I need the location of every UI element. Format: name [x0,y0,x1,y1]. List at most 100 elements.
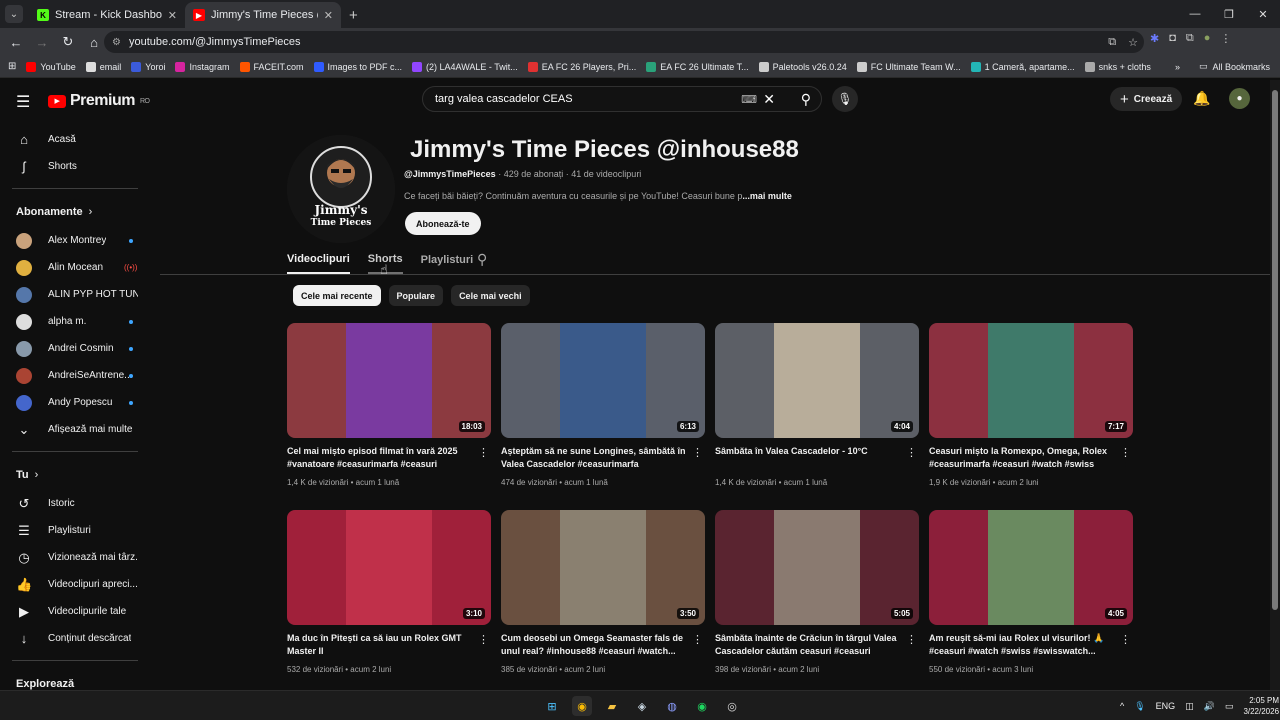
microphone-tray-icon[interactable]: 🎙 [1134,701,1145,712]
video-card[interactable]: 18:03 Cel mai mișto episod filmat în vară… [287,323,491,498]
obs-icon[interactable]: ◎ [722,696,742,716]
chrome-taskbar-icon[interactable]: ◉ [572,696,592,716]
create-button[interactable]: + Creează [1110,87,1183,111]
video-thumbnail[interactable]: 4:04 [715,323,919,438]
video-thumbnail[interactable]: 6:13 [501,323,705,438]
browser-tab-kick[interactable]: K Stream - Kick Dashboard ✕ [29,2,185,28]
discord-icon[interactable]: ◍ [662,696,682,716]
windows-start-icon[interactable]: ⊞ [542,696,562,716]
tab-playlists[interactable]: Playlisturi [421,246,474,274]
bookmark-item[interactable]: FC Ultimate Team W... [856,61,961,72]
page-scrollbar[interactable] [1270,80,1280,690]
search-icon[interactable]: ⚲ [801,91,811,108]
install-app-icon[interactable]: ⧉ [1108,36,1116,49]
video-title[interactable]: Ma duc în Pitești ca să iau un Rolex GMT… [287,632,473,658]
video-card[interactable]: 3:50 Cum deosebi un Omega Seamaster fals … [501,510,705,685]
video-thumbnail[interactable]: 4:05 [929,510,1133,625]
tray-overflow-icon[interactable]: ^ [1120,701,1124,711]
more-options-icon[interactable]: ⋮ [906,633,917,646]
bookmark-item[interactable]: Images to PDF c... [313,61,402,72]
subscription-item[interactable]: Alin Mocean ((•)) [0,254,150,281]
subscriptions-heading[interactable]: Abonamente › [0,197,150,227]
subscription-item[interactable]: alpha m. [0,308,150,335]
video-thumbnail[interactable]: 5:05 [715,510,919,625]
chip-latest[interactable]: Cele mai recente [293,285,381,306]
file-explorer-icon[interactable]: ▰ [602,696,622,716]
tab-search-button[interactable]: ⌄ [5,5,23,23]
bookmark-item[interactable]: (2) LA4AWALE - Twit... [412,61,518,72]
spotify-icon[interactable]: ◉ [692,696,712,716]
clear-search-icon[interactable]: ✕ [763,91,775,108]
chip-popular[interactable]: Populare [388,285,444,306]
close-tab-icon[interactable]: ✕ [324,9,333,22]
restore-icon[interactable]: ❐ [1212,0,1246,28]
channel-search-icon[interactable]: ⚲ [477,251,487,268]
video-title[interactable]: Sâmbăta în Valea Cascadelor - 10°C [715,445,901,458]
video-thumbnail[interactable]: 18:03 [287,323,491,438]
back-icon[interactable]: ← [4,35,28,50]
sidebar-item-your-videos[interactable]: ▶ Videoclipurile tale [0,598,150,625]
subscription-item[interactable]: AndreiSeAntrene... [0,362,150,389]
browser-tab-youtube[interactable]: ▶ Jimmy's Time Pieces @inhouse88 ✕ [185,2,341,28]
site-info-icon[interactable]: ⚙ [112,37,121,48]
bookmark-item[interactable]: Yoroi [131,61,165,72]
bookmark-item[interactable]: 1 Cameră, apartame... [970,61,1075,72]
more-link[interactable]: ...mai multe [742,191,792,201]
sidebar-item-home[interactable]: ⌂ Acasă [0,126,150,153]
more-options-icon[interactable]: ⋮ [1120,633,1131,646]
video-card[interactable]: 5:05 Sâmbăta înainte de Crăciun în târgul… [715,510,919,685]
home-icon[interactable]: ⌂ [82,35,106,50]
steam-icon[interactable]: ◈ [632,696,652,716]
extension-icon[interactable]: ✱ [1150,32,1159,45]
new-tab-button[interactable]: + [349,7,358,24]
more-options-icon[interactable]: ⋮ [692,633,703,646]
bookmark-item[interactable]: email [85,61,121,72]
bookmark-item[interactable]: Instagram [175,61,230,72]
battery-icon[interactable]: ▭ [1225,701,1234,712]
bookmark-item[interactable]: snks + cloths [1084,61,1151,72]
tab-videos[interactable]: Videoclipuri [287,246,350,274]
channel-description[interactable]: Ce faceți băi băieți? Continuăm aventura… [404,191,792,201]
language-indicator[interactable]: ENG [1156,701,1176,711]
subscription-item[interactable]: Andy Popescu [0,389,150,416]
sidebar-item-history[interactable]: ↺ Istoric [0,490,150,517]
account-avatar[interactable]: ● [1229,88,1250,109]
menu-hamburger-icon[interactable]: ☰ [16,92,30,112]
chip-oldest[interactable]: Cele mai vechi [451,285,530,306]
notifications-bell-icon[interactable]: 🔔 [1193,90,1210,107]
video-card[interactable]: 3:10 Ma duc în Pitești ca să iau un Rolex… [287,510,491,685]
subscription-item[interactable]: Alex Montrey [0,227,150,254]
address-bar[interactable]: ⚙ youtube.com/@JimmysTimePieces ⧉ ☆ [104,31,1144,53]
forward-icon[interactable]: → [30,35,54,50]
minimize-icon[interactable]: — [1178,0,1212,28]
close-tab-icon[interactable]: ✕ [168,9,177,22]
subscription-item[interactable]: ALIN PYP HOT TUN... [0,281,150,308]
video-card[interactable]: 6:13 Așteptăm să ne sune Longines, sâmbăt… [501,323,705,498]
search-input[interactable]: targ valea cascadelor CEAS [435,93,573,105]
network-icon[interactable]: ◫ [1185,701,1194,712]
youtube-premium-logo[interactable]: ▶ Premium RO [48,92,150,110]
clock[interactable]: 2:05 PM 3/22/2026 [1243,695,1279,717]
you-heading[interactable]: Tu › [0,460,150,490]
video-card[interactable]: 7:17 Ceasuri mișto la Romexpo, Omega, Rol… [929,323,1133,498]
apps-grid-icon[interactable]: ⊞ [8,61,16,72]
video-thumbnail[interactable]: 3:50 [501,510,705,625]
close-window-icon[interactable]: ✕ [1246,0,1280,28]
sidebar-item-liked-videos[interactable]: 👍 Videoclipuri apreci... [0,571,150,598]
volume-icon[interactable]: 🔊 [1204,701,1215,712]
extension-icon[interactable]: ◘ [1169,32,1176,45]
video-title[interactable]: Sâmbăta înainte de Crăciun în târgul Val… [715,632,901,659]
search-box[interactable]: targ valea cascadelor CEAS ⌨ ✕ ⚲ [422,86,822,112]
chrome-menu-icon[interactable]: ⋮ [1220,32,1231,45]
show-more-button[interactable]: ⌄ Afișează mai multe [0,416,150,443]
bookmarks-overflow-icon[interactable]: » [1175,62,1180,72]
reload-icon[interactable]: ↻ [56,34,80,50]
more-options-icon[interactable]: ⋮ [478,633,489,646]
video-card[interactable]: 4:04 Sâmbăta în Valea Cascadelor - 10°C ⋮ 1… [715,323,919,498]
bookmark-star-icon[interactable]: ☆ [1128,36,1138,49]
bookmark-item[interactable]: YouTube [26,61,76,72]
sidebar-item-downloads[interactable]: ↓ Conținut descărcat [0,625,150,652]
video-title[interactable]: Cel mai mișto episod filmat în vară 2025… [287,445,473,471]
sidebar-item-shorts[interactable]: ʃ Shorts [0,153,150,180]
more-options-icon[interactable]: ⋮ [1120,446,1131,459]
